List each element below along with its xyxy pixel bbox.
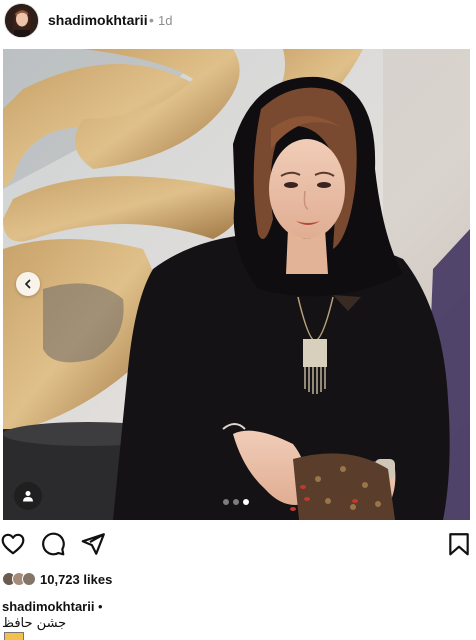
post-photo: [3, 49, 470, 520]
post-time[interactable]: 1d: [158, 13, 172, 28]
likes-label: likes: [83, 571, 113, 587]
carousel-indicator: [223, 499, 249, 505]
chevron-left-icon: [25, 279, 31, 289]
comment-button[interactable]: [40, 531, 68, 559]
likes-count[interactable]: 10,723 likes: [40, 572, 112, 587]
likes-summary[interactable]: 10,723 likes: [2, 571, 112, 587]
caption-separator: •: [98, 599, 103, 614]
send-icon: [81, 533, 105, 555]
carousel-prev-button[interactable]: [16, 272, 40, 296]
person-icon: [23, 491, 33, 502]
share-button[interactable]: [80, 531, 108, 559]
comment-icon: [42, 532, 65, 556]
post-image[interactable]: [3, 49, 470, 520]
carousel-dot: [233, 499, 239, 505]
carousel-dot: [223, 499, 229, 505]
post-header: shadimokhtarii • 1d: [0, 0, 476, 44]
caption-username[interactable]: shadimokhtarii: [2, 599, 94, 614]
caption-text: جشن حافظ: [2, 616, 67, 631]
avatar[interactable]: [5, 4, 38, 37]
likes-number: 10,723: [40, 571, 80, 587]
header-separator: •: [149, 12, 154, 28]
liker-avatar: [22, 572, 36, 586]
bookmark-icon: [449, 533, 469, 556]
username[interactable]: shadimokhtarii: [48, 12, 148, 28]
tagged-people-button[interactable]: [14, 482, 42, 510]
like-button[interactable]: [0, 531, 28, 559]
post-actions: [0, 531, 476, 561]
heart-icon: [1, 533, 25, 555]
carousel-dot-active: [243, 499, 249, 505]
save-button[interactable]: [446, 531, 474, 559]
